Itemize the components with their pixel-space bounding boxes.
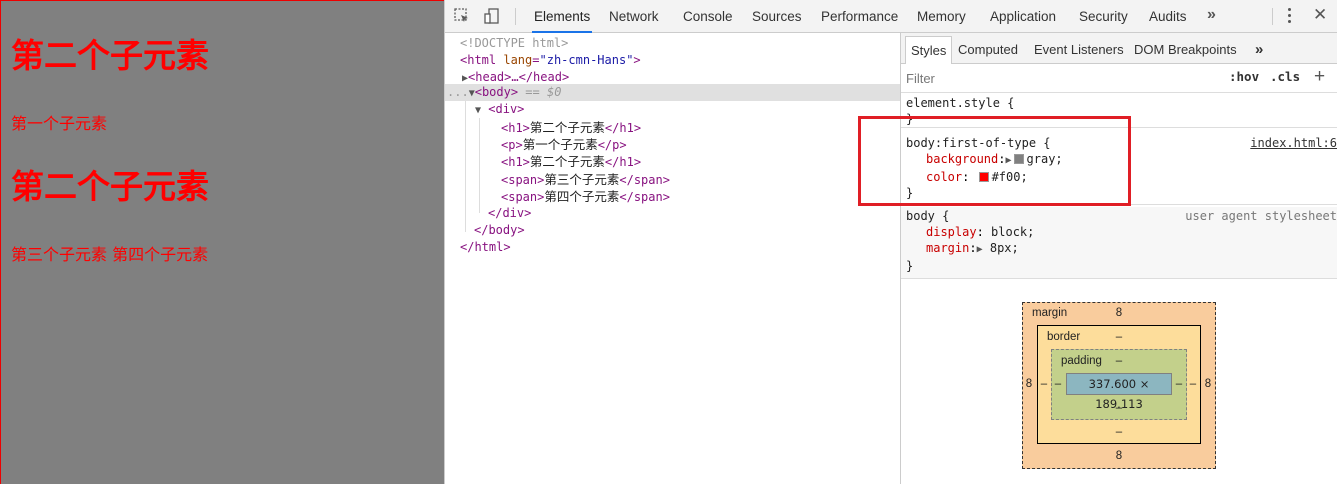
tree-guide — [479, 118, 480, 213]
toolbar-divider-right — [1272, 8, 1273, 25]
margin-label: margin — [1032, 307, 1068, 319]
dom-body-close[interactable]: </body> — [474, 222, 525, 239]
subtab-computed[interactable]: Computed — [958, 33, 1018, 64]
dom-html-close[interactable]: </html> — [460, 239, 511, 256]
tab-memory[interactable]: Memory — [917, 0, 966, 33]
subtab-dom-breakpoints[interactable]: DOM Breakpoints — [1134, 33, 1237, 64]
margin-left-value[interactable]: 8 — [1024, 378, 1034, 390]
rule-body-user-agent[interactable]: body { user agent stylesheet display: bl… — [901, 207, 1337, 279]
dom-h1-node[interactable]: <h1>第二个子元素</h1> — [501, 153, 641, 170]
border-top-value[interactable]: – — [1109, 331, 1129, 343]
hov-toggle[interactable]: :hov — [1229, 69, 1259, 84]
highlight-annotation-box — [858, 116, 1131, 206]
rendered-page: 第二个子元素 第一个子元素 第二个子元素 第三个子元素 第四个子元素 — [0, 0, 444, 484]
tree-guide — [465, 101, 466, 232]
padding-label: padding — [1061, 355, 1102, 367]
collapse-triangle-icon[interactable]: ▼ — [475, 105, 481, 116]
inspect-element-icon[interactable] — [454, 8, 470, 24]
devtools-toolbar: Elements Network Console Sources Perform… — [445, 0, 1337, 33]
dom-html-node[interactable]: <html lang="zh-cmn-Hans"> — [460, 52, 641, 69]
border-bottom-value[interactable]: – — [1109, 426, 1129, 438]
tab-elements[interactable]: Elements — [532, 0, 593, 33]
subtabs-more-icon[interactable]: » — [1255, 33, 1263, 64]
box-model-diagram: 337.600 × 189.113 margin border padding … — [1022, 302, 1216, 469]
expand-triangle-icon[interactable]: ▶ — [977, 244, 983, 255]
styles-subtabs: Styles Computed Event Listeners DOM Brea… — [901, 33, 1337, 64]
cls-toggle[interactable]: .cls — [1270, 69, 1300, 84]
dom-p-node[interactable]: <p>第一个子元素</p> — [501, 136, 627, 153]
toolbar-divider — [515, 8, 516, 25]
dom-div-close[interactable]: </div> — [488, 205, 531, 222]
margin-right-value[interactable]: 8 — [1203, 378, 1213, 390]
tab-audits[interactable]: Audits — [1149, 0, 1187, 33]
padding-top-value[interactable]: – — [1109, 355, 1129, 367]
rule-source-user-agent: user agent stylesheet — [1185, 209, 1337, 223]
box-model-content[interactable]: 337.600 × 189.113 — [1066, 373, 1172, 411]
more-tabs-icon[interactable]: » — [1207, 6, 1216, 24]
page-h1-second: 第二个子元素 — [11, 167, 209, 206]
padding-right-value[interactable]: – — [1174, 378, 1184, 390]
padding-bottom-value[interactable]: – — [1109, 402, 1129, 414]
margin-top-value[interactable]: 8 — [1109, 307, 1129, 319]
rule-source-link[interactable]: index.html:6 — [1250, 135, 1337, 151]
close-icon[interactable]: ✕ — [1313, 5, 1327, 25]
tab-console[interactable]: Console — [683, 0, 733, 33]
styles-filter-input[interactable]: Filter — [906, 71, 935, 86]
padding-left-value[interactable]: – — [1053, 378, 1063, 390]
dom-h1-node[interactable]: <h1>第二个子元素</h1> — [501, 119, 641, 136]
dom-span-node[interactable]: <span>第三个子元素</span> — [501, 171, 670, 188]
dom-span-node[interactable]: <span>第四个子元素</span> — [501, 188, 670, 205]
border-label: border — [1047, 331, 1081, 343]
margin-bottom-value[interactable]: 8 — [1109, 450, 1129, 462]
tab-sources[interactable]: Sources — [752, 0, 802, 33]
dom-body-node[interactable]: ...▼<body> == $0 — [447, 84, 561, 101]
dom-div-node[interactable]: ▼ <div> — [475, 101, 524, 118]
tab-network[interactable]: Network — [609, 0, 659, 33]
page-spans: 第三个子元素 第四个子元素 — [11, 245, 209, 264]
subtab-event-listeners[interactable]: Event Listeners — [1034, 33, 1124, 64]
menu-kebab-icon[interactable] — [1288, 8, 1292, 24]
page-paragraph: 第一个子元素 — [11, 114, 108, 133]
page-h1-first: 第二个子元素 — [11, 36, 209, 75]
border-right-value[interactable]: – — [1188, 378, 1198, 390]
device-toolbar-icon[interactable] — [484, 8, 500, 24]
dom-doctype[interactable]: <!DOCTYPE html> — [460, 35, 568, 52]
tab-performance[interactable]: Performance — [821, 0, 898, 33]
styles-filter-bar: Filter :hov .cls + — [901, 64, 1337, 93]
border-left-value[interactable]: – — [1039, 378, 1049, 390]
dom-tree: <!DOCTYPE html> <html lang="zh-cmn-Hans"… — [445, 33, 900, 484]
tab-security[interactable]: Security — [1079, 0, 1128, 33]
tab-application[interactable]: Application — [990, 0, 1056, 33]
subtab-styles[interactable]: Styles — [905, 36, 953, 64]
new-style-rule-icon[interactable]: + — [1314, 66, 1325, 88]
